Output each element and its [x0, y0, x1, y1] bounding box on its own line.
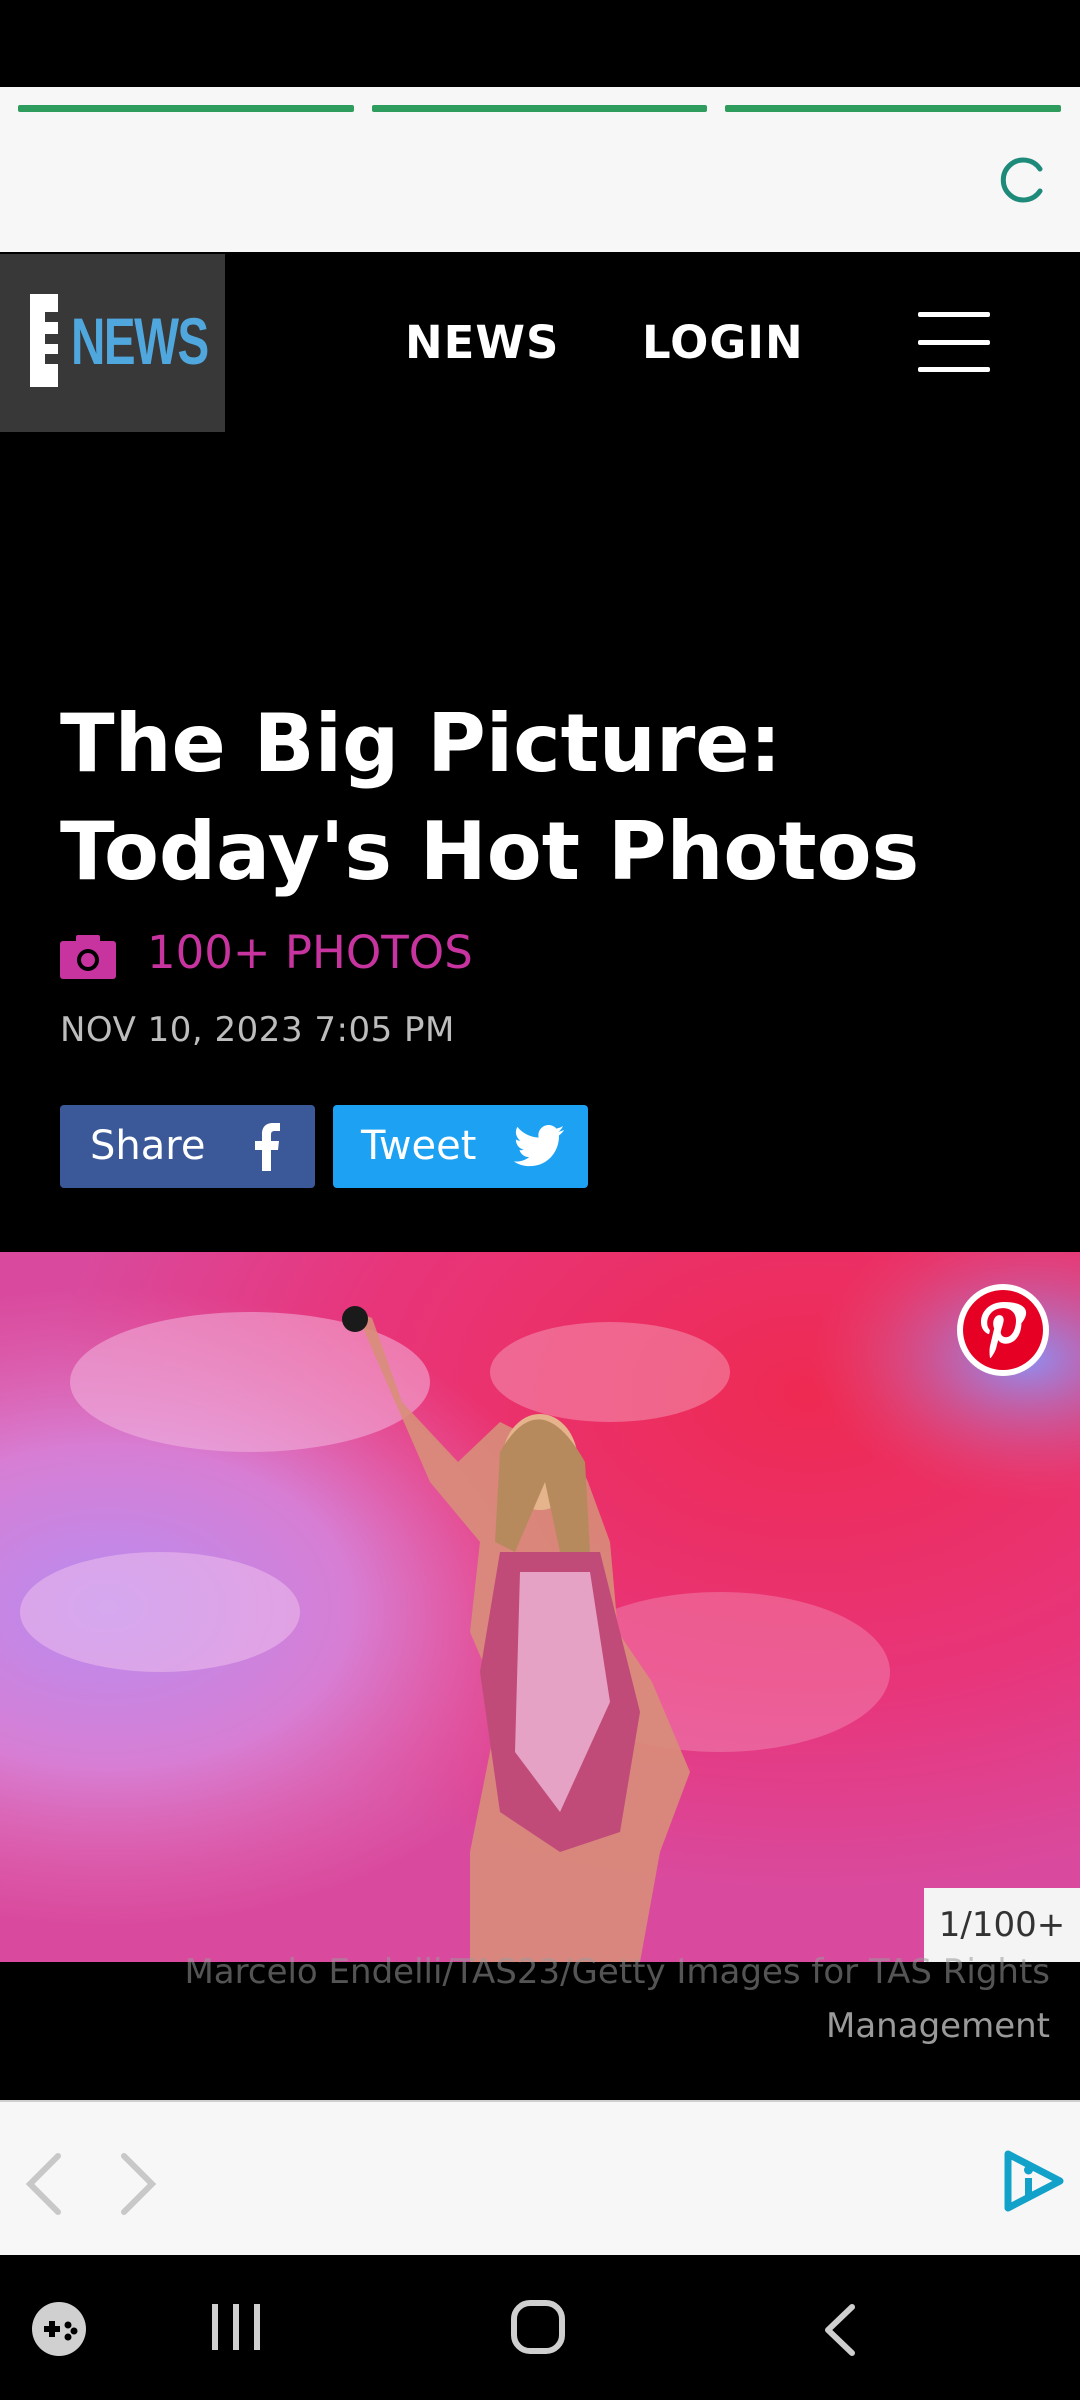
photo-count-label[interactable]: 100+ PHOTOS — [147, 926, 473, 979]
system-navigation-bar — [0, 2255, 1080, 2400]
facebook-icon — [255, 1123, 280, 1171]
nav-news-link[interactable]: NEWS — [405, 316, 559, 369]
camera-icon — [60, 935, 116, 979]
tweet-label: Tweet — [361, 1123, 477, 1169]
menu-hamburger-icon[interactable] — [918, 312, 990, 372]
ad-next-icon[interactable] — [118, 2152, 158, 2216]
twitter-tweet-button[interactable]: Tweet — [333, 1105, 588, 1188]
progress-segment-2 — [372, 105, 707, 112]
adchoices-icon[interactable] — [1000, 2148, 1066, 2214]
pinterest-save-button[interactable] — [955, 1282, 1051, 1378]
gallery-photo[interactable] — [0, 1252, 1080, 1962]
concert-photo-image — [0, 1252, 1080, 1962]
game-launcher-icon[interactable] — [30, 2300, 88, 2358]
ad-bar — [0, 2100, 1080, 2257]
title-line-1: The Big Picture: — [60, 697, 782, 790]
title-line-2: Today's Hot Photos — [60, 805, 920, 898]
story-progress-panel — [0, 87, 1080, 254]
publish-date: NOV 10, 2023 7:05 PM — [60, 1010, 455, 1050]
home-icon[interactable] — [510, 2299, 566, 2355]
caption-line-1: Marcelo Endelli/TAS23/Getty Images for T… — [184, 1952, 1050, 1992]
twitter-bird-icon — [513, 1125, 565, 1167]
enews-logo[interactable]: NEWS — [0, 254, 225, 432]
ad-prev-icon[interactable] — [24, 2152, 64, 2216]
progress-segment-3 — [725, 105, 1061, 112]
share-label: Share — [90, 1123, 206, 1169]
nav-login-link[interactable]: LOGIN — [642, 316, 804, 369]
caption-line-2: Management — [826, 2006, 1050, 2046]
back-icon[interactable] — [822, 2303, 858, 2357]
recent-apps-icon[interactable] — [208, 2302, 264, 2352]
loading-spinner-icon — [1000, 157, 1043, 203]
facebook-share-button[interactable]: Share — [60, 1105, 315, 1188]
status-bar — [0, 0, 1080, 87]
progress-segment-1 — [18, 105, 354, 112]
page-title: The Big Picture: Today's Hot Photos — [60, 690, 1040, 906]
logo-word: NEWS — [71, 304, 209, 378]
photo-caption: Marcelo Endelli/TAS23/Getty Images for T… — [90, 1945, 1050, 2053]
